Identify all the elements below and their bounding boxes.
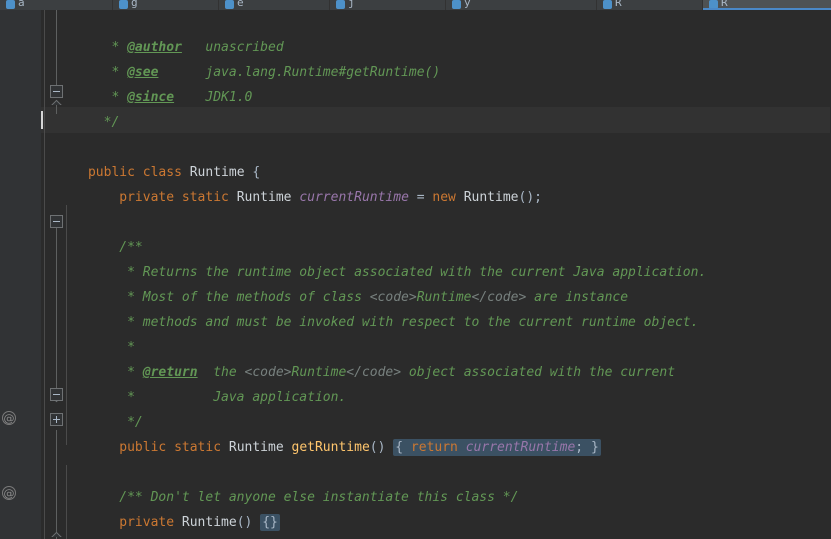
keyword-private: private	[119, 190, 175, 205]
editor-tab-0[interactable]: a	[0, 0, 112, 10]
code-line[interactable]	[41, 510, 49, 535]
javadoc-text: * methods and must be invoked with respe…	[127, 315, 699, 330]
java-class-icon	[6, 0, 15, 9]
editor-tab-label: y	[464, 0, 471, 9]
keyword-public: public	[119, 440, 167, 455]
java-class-icon	[452, 0, 461, 9]
method-get-runtime: getRuntime	[291, 440, 370, 455]
code-line[interactable]: * @see java.lang.Runtime#getRuntime()	[41, 35, 440, 80]
code-line[interactable]: * @since JDK1.0	[41, 60, 252, 105]
code-line[interactable]: * Most of the methods of class <code>Run…	[41, 260, 628, 305]
keyword-new: new	[432, 190, 456, 205]
code-line[interactable]: * Returns the runtime object associated …	[41, 235, 706, 280]
code-line[interactable]	[41, 185, 49, 210]
editor-tab-label: a	[18, 0, 25, 9]
code-line[interactable]: * @author unascribed	[41, 10, 283, 55]
editor-tab-bar[interactable]: a g e j y R R	[0, 0, 831, 10]
editor-tab-5[interactable]: R	[597, 0, 702, 10]
field-current-runtime: currentRuntime	[299, 190, 409, 205]
code-line[interactable]: /**	[41, 210, 142, 255]
java-class-icon	[603, 0, 612, 9]
code-line[interactable]: */	[41, 385, 143, 430]
code-line[interactable]: public class Runtime {	[41, 135, 260, 180]
editor-gutter[interactable]	[0, 10, 24, 539]
type-runtime: Runtime	[463, 190, 519, 205]
field-current-runtime: currentRuntime	[465, 440, 576, 455]
editor-tab-active[interactable]: R	[703, 0, 831, 10]
type-runtime: Runtime	[181, 515, 237, 530]
override-marker-icon[interactable]: @	[0, 485, 19, 501]
code-line[interactable]: /** Don't let anyone else instantiate th…	[41, 460, 518, 505]
java-class-icon	[119, 0, 128, 9]
java-class-icon	[225, 0, 234, 9]
keyword-static: static	[181, 190, 229, 205]
override-marker-icon[interactable]: @	[0, 410, 19, 426]
code-line[interactable]: *	[41, 310, 135, 355]
javadoc-tag: @since	[127, 90, 175, 105]
code-text-area[interactable]: * @author unascribed * @see java.lang.Ru…	[41, 10, 831, 539]
code-line[interactable]	[41, 435, 49, 460]
javadoc-text: * Java application.	[127, 390, 347, 405]
editor-tab-label: R	[615, 0, 622, 9]
javadoc-close: */	[103, 115, 120, 130]
editor-tab-3[interactable]: j	[330, 0, 445, 10]
type-runtime: Runtime	[236, 190, 292, 205]
keyword-return: return	[410, 440, 458, 455]
editor-tab-label: g	[131, 0, 138, 9]
keyword-static: static	[174, 440, 222, 455]
code-line[interactable]: private static Runtime currentRuntime = …	[41, 160, 542, 205]
code-line[interactable]: * @return the <code>Runtime</code> objec…	[41, 335, 675, 380]
editor-tab-label: j	[348, 0, 355, 9]
type-runtime: Runtime	[228, 440, 284, 455]
at-circle-icon: @	[2, 411, 16, 425]
folded-code-region[interactable]: { return currentRuntime; }	[393, 439, 601, 456]
fold-markers[interactable]	[24, 10, 63, 539]
code-line[interactable]: */	[41, 85, 120, 130]
code-line[interactable]: /**	[41, 535, 143, 539]
editor-tab-4[interactable]: y	[446, 0, 596, 10]
code-line[interactable]: * Java application.	[41, 360, 346, 405]
code-line-caret[interactable]	[41, 110, 96, 135]
folded-code-region[interactable]: {}	[260, 514, 280, 531]
code-line[interactable]: private Runtime() {}	[41, 485, 280, 531]
java-class-icon	[336, 0, 345, 9]
code-line[interactable]: public static Runtime getRuntime() { ret…	[41, 410, 601, 456]
editor-tab-2[interactable]: e	[219, 0, 329, 10]
code-line[interactable]: * methods and must be invoked with respe…	[41, 285, 698, 330]
editor-tab-1[interactable]: g	[113, 0, 218, 10]
javadoc-tag-value: JDK1.0	[205, 90, 253, 105]
keyword-private: private	[119, 515, 175, 530]
editor-tab-label: e	[237, 0, 244, 9]
code-editor[interactable]: @ @ * @author unascribed * @see java.lan…	[0, 10, 831, 539]
at-circle-icon: @	[2, 486, 16, 500]
